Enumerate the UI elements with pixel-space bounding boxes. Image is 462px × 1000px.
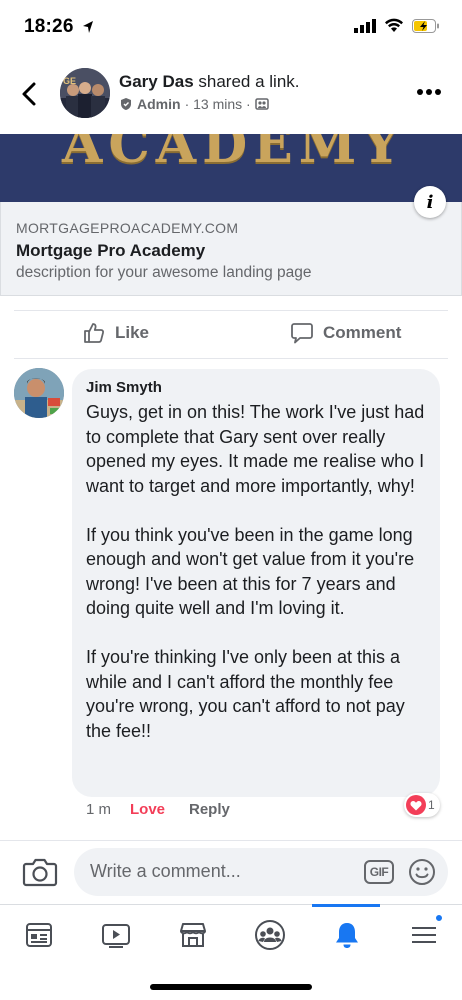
marketplace-icon bbox=[179, 923, 206, 947]
comment-text: Guys, get in on this! The work I've just… bbox=[86, 402, 425, 741]
author-name[interactable]: Gary Das bbox=[119, 72, 194, 91]
gif-button[interactable]: GIF bbox=[364, 860, 394, 884]
post-time: · 13 mins · bbox=[184, 96, 251, 112]
link-preview-info[interactable]: MORTGAGEPROACADEMY.COM Mortgage Pro Acad… bbox=[0, 202, 462, 296]
menu-notification-dot bbox=[434, 913, 444, 923]
love-reaction-icon bbox=[406, 795, 426, 815]
back-arrow-icon[interactable] bbox=[16, 78, 44, 110]
love-button[interactable]: Love bbox=[130, 801, 189, 818]
reaction-count: 1 bbox=[428, 798, 435, 812]
watch-icon bbox=[101, 924, 130, 948]
wifi-icon bbox=[385, 18, 403, 32]
commenter-name[interactable]: Jim Smyth bbox=[86, 379, 426, 396]
tab-marketplace[interactable] bbox=[154, 905, 231, 965]
battery-charging-icon bbox=[412, 18, 439, 33]
divider bbox=[14, 358, 448, 359]
reaction-badge[interactable]: 1 bbox=[404, 793, 440, 817]
svg-text:GE: GE bbox=[63, 76, 76, 86]
tab-watch[interactable] bbox=[77, 905, 154, 965]
comment-bubble-icon bbox=[291, 323, 313, 344]
divider bbox=[0, 840, 462, 841]
like-button[interactable]: Like bbox=[82, 321, 149, 345]
post-header: GE Gary Das shared a link. Admin · 13 mi… bbox=[0, 56, 462, 134]
more-options-icon[interactable] bbox=[414, 86, 444, 98]
link-domain: MORTGAGEPROACADEMY.COM bbox=[16, 220, 239, 236]
menu-icon bbox=[411, 927, 436, 943]
comment-label: Comment bbox=[323, 323, 402, 342]
admin-label: Admin bbox=[137, 96, 181, 112]
location-arrow-icon bbox=[83, 21, 93, 33]
group-audience-icon bbox=[254, 98, 269, 110]
camera-icon[interactable] bbox=[22, 856, 58, 888]
commenter-avatar[interactable] bbox=[14, 368, 64, 418]
shared-link-text: shared a link. bbox=[193, 72, 300, 91]
post-action-bar: Like Comment bbox=[0, 311, 462, 359]
link-title: Mortgage Pro Academy bbox=[16, 241, 206, 260]
status-time: 18:26 bbox=[24, 16, 74, 37]
reply-button[interactable]: Reply bbox=[189, 801, 230, 818]
tab-menu[interactable] bbox=[385, 905, 462, 965]
home-indicator[interactable] bbox=[150, 984, 312, 990]
link-preview-image[interactable]: ACADEMY bbox=[0, 134, 462, 202]
comment-button[interactable]: Comment bbox=[290, 321, 401, 345]
comment-time: 1 m bbox=[86, 801, 112, 818]
notifications-icon bbox=[335, 923, 358, 948]
thumbs-up-icon bbox=[84, 323, 105, 343]
signal-icon bbox=[354, 18, 376, 33]
tab-groups[interactable] bbox=[231, 905, 308, 965]
comment-bubble[interactable]: Jim Smyth Guys, get in on this! The work… bbox=[72, 369, 440, 797]
groups-icon bbox=[254, 920, 285, 950]
tab-notifications[interactable] bbox=[308, 905, 385, 965]
like-label: Like bbox=[115, 323, 150, 342]
banner-logo-text: ACADEMY bbox=[62, 134, 406, 175]
author-line: Gary Das shared a link. bbox=[119, 72, 300, 92]
author-avatar[interactable]: GE bbox=[60, 68, 110, 118]
comment-input[interactable]: Write a comment... bbox=[90, 861, 241, 882]
info-icon[interactable]: i bbox=[414, 186, 446, 218]
admin-shield-icon bbox=[121, 98, 131, 110]
status-bar: 18:26 bbox=[0, 0, 462, 56]
emoji-icon[interactable] bbox=[408, 858, 436, 886]
tab-news-feed[interactable] bbox=[0, 905, 77, 965]
comment-composer[interactable]: Write a comment... GIF bbox=[74, 848, 448, 896]
post-meta: Admin · 13 mins · bbox=[119, 96, 269, 112]
comment-meta: 1 m Love Reply bbox=[86, 801, 230, 818]
link-description: description for your awesome landing pag… bbox=[16, 264, 312, 281]
news-feed-icon bbox=[25, 923, 52, 947]
